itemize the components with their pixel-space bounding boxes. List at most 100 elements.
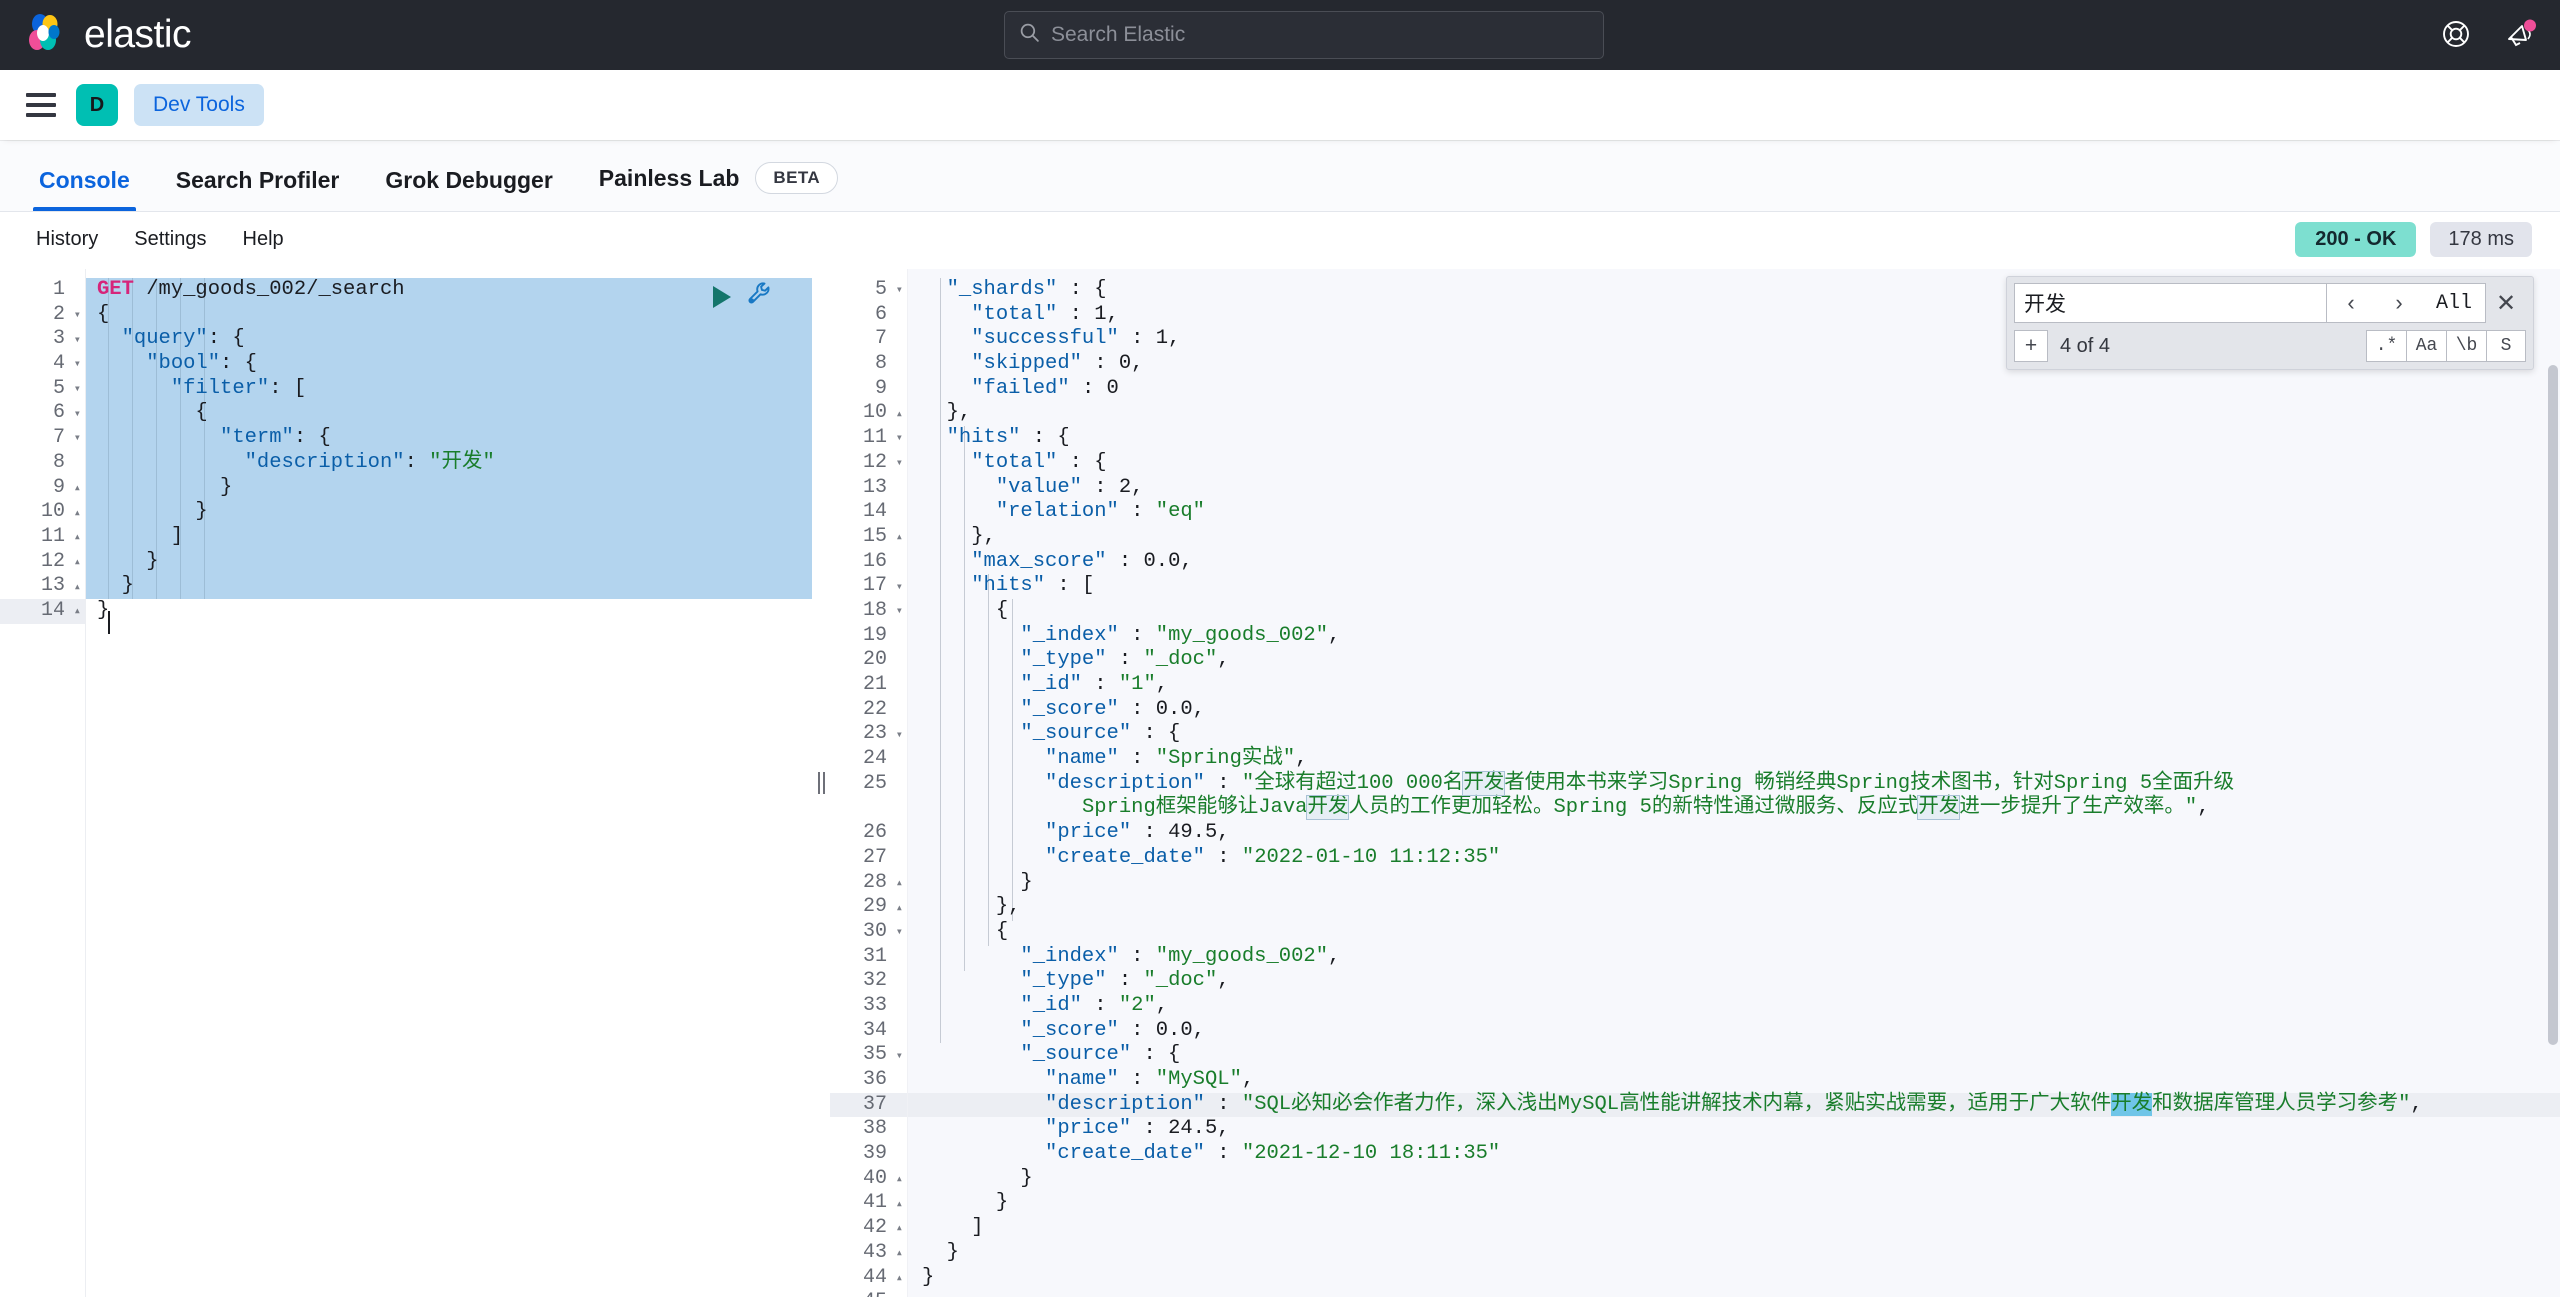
response-code-line[interactable]: "failed" : 0 [908,377,2560,402]
chevron-right-icon[interactable]: › [2375,284,2423,322]
response-scrollbar[interactable] [2548,365,2558,1045]
editor-line-gutter[interactable]: 1 2 ▾ 3 ▾ 4 ▾ 5 ▾ 6 ▾ 7 ▾ 8 9 ▴ 10 ▴ 11 ▴ 12 ▴ 13 ▴ 14 ▴ [0,269,86,1297]
editor-gutter-line[interactable]: 12 ▴ [0,550,85,575]
response-code-line[interactable]: "_score" : 0.0, [908,1019,2560,1044]
response-code-line[interactable]: } [908,1241,2560,1266]
editor-gutter-line[interactable]: 1 [0,278,85,303]
editor-gutter-line[interactable]: 13 ▴ [0,574,85,599]
request-editor-pane[interactable]: 1 2 ▾ 3 ▾ 4 ▾ 5 ▾ 6 ▾ 7 ▾ 8 9 ▴ 10 ▴ 11 ▴ 12 ▴ 13 ▴ 14 ▴ GET /my_… [0,269,812,1297]
tab-console[interactable]: Console [16,167,153,211]
editor-gutter-line[interactable]: 9 ▴ [0,476,85,501]
find-option-selection[interactable]: S [2486,330,2526,362]
response-code-line[interactable]: "_id" : "1", [908,673,2560,698]
editor-code-line[interactable]: } [86,500,812,525]
find-input-wrapper[interactable] [2014,283,2327,323]
response-code-line[interactable]: { [908,920,2560,945]
response-code-line[interactable]: { [908,599,2560,624]
editor-gutter-line[interactable]: 5 ▾ [0,377,85,402]
response-pane[interactable]: 5 ▾ 6 7 8 9 10 ▴ 11 ▾ 12 ▾ 13 14 15 ▴ 16 17 ▾ 18 ▾ 19 20 21 22 23… [830,269,2560,1297]
response-code-line[interactable]: }, [908,895,2560,920]
response-code-line[interactable]: "hits" : [ [908,574,2560,599]
response-code-line[interactable] [908,1290,2560,1297]
megaphone-icon[interactable] [2504,18,2538,52]
response-code-line[interactable]: "relation" : "eq" [908,500,2560,525]
play-triangle-icon[interactable] [713,285,731,308]
find-option-regex[interactable]: .* [2366,330,2406,362]
tab-grok-debugger[interactable]: Grok Debugger [362,167,575,211]
wrench-icon[interactable] [746,280,774,313]
editor-gutter-line[interactable]: 3 ▾ [0,327,85,352]
find-option-case-sensitive[interactable]: Aa [2406,330,2446,362]
editor-code-line[interactable]: } [86,599,812,624]
find-input[interactable] [2024,291,2317,315]
response-code-line[interactable]: "_index" : "my_goods_002", [908,624,2560,649]
editor-code-line[interactable]: } [86,550,812,575]
editor-code-area[interactable]: GET /my_goods_002/_search{ "query": { "b… [86,269,812,1297]
elastic-brand[interactable]: elastic [24,12,192,58]
response-code-line[interactable]: "value" : 2, [908,476,2560,501]
editor-code-line[interactable]: } [86,476,812,501]
response-code-line[interactable]: "description" : "SQL必知必会作者力作，深入浅出MySQL高性… [908,1092,2560,1118]
editor-gutter-line[interactable]: 11 ▴ [0,525,85,550]
console-menu-help[interactable]: Help [225,228,302,251]
console-menu-history[interactable]: History [18,228,116,251]
response-code-line[interactable]: } [908,1266,2560,1291]
console-menu-settings[interactable]: Settings [116,228,224,251]
editor-gutter-line[interactable]: 7 ▾ [0,426,85,451]
find-expand-button[interactable]: + [2014,330,2048,362]
find-widget[interactable]: ‹ › All ✕ + 4 of 4 .* Aa \b S [2006,276,2534,370]
editor-code-line[interactable]: "term": { [86,426,812,451]
hamburger-menu-icon[interactable] [22,86,60,124]
editor-code-line[interactable]: "query": { [86,327,812,352]
response-code-line[interactable]: "description" : "全球有超过100 000名开发者使用本书来学习… [908,770,2560,797]
close-icon[interactable]: ✕ [2486,283,2526,323]
response-code-line[interactable]: "_source" : { [908,1043,2560,1068]
response-code-line[interactable]: "_id" : "2", [908,994,2560,1019]
response-code-area[interactable]: "_shards" : { "total" : 1, "successful" … [908,269,2560,1297]
response-code-line[interactable]: "total" : { [908,451,2560,476]
response-code-line[interactable]: } [908,871,2560,896]
editor-gutter-line[interactable]: 10 ▴ [0,500,85,525]
response-code-line[interactable]: }, [908,401,2560,426]
response-code-line[interactable]: "_score" : 0.0, [908,698,2560,723]
editor-code-line[interactable]: "description": "开发" [86,451,812,476]
editor-gutter-line[interactable]: 4 ▾ [0,352,85,377]
editor-gutter-line[interactable]: 14 ▴ [0,598,85,624]
search-input[interactable] [1051,23,1589,47]
breadcrumb-dev-tools[interactable]: Dev Tools [134,84,264,126]
response-code-line[interactable]: "create_date" : "2022-01-10 11:12:35" [908,846,2560,871]
response-code-line[interactable]: "_type" : "_doc", [908,648,2560,673]
chevron-left-icon[interactable]: ‹ [2327,284,2375,322]
editor-code-line[interactable]: GET /my_goods_002/_search [86,278,812,303]
pane-splitter[interactable] [812,269,830,1297]
response-code-line[interactable]: "create_date" : "2021-12-10 18:11:35" [908,1142,2560,1167]
find-option-whole-word[interactable]: \b [2446,330,2486,362]
editor-gutter-line[interactable]: 8 [0,451,85,476]
lifebuoy-icon[interactable] [2440,18,2474,52]
response-code-line[interactable]: "name" : "Spring实战", [908,747,2560,772]
editor-code-line[interactable]: ] [86,525,812,550]
space-avatar[interactable]: D [76,84,118,126]
editor-code-line[interactable]: { [86,401,812,426]
find-all-button[interactable]: All [2423,284,2485,322]
response-code-line[interactable]: "price" : 24.5, [908,1117,2560,1142]
response-code-line[interactable]: "price" : 49.5, [908,821,2560,846]
response-code-line[interactable]: "hits" : { [908,426,2560,451]
response-code-line[interactable]: "_index" : "my_goods_002", [908,945,2560,970]
response-code-line[interactable]: Spring框架能够让Java开发人员的工作更加轻松。Spring 5的新特性通… [908,795,2560,821]
editor-code-line[interactable]: { [86,303,812,328]
editor-gutter-line[interactable]: 2 ▾ [0,303,85,328]
editor-code-line[interactable]: "filter": [ [86,377,812,402]
response-code-line[interactable]: }, [908,525,2560,550]
response-code-line[interactable]: } [908,1167,2560,1192]
tab-painless-lab[interactable]: Painless Lab BETA [576,162,861,211]
editor-gutter-line[interactable]: 6 ▾ [0,401,85,426]
response-code-line[interactable]: } [908,1191,2560,1216]
response-code-line[interactable]: ] [908,1216,2560,1241]
editor-code-line[interactable]: "bool": { [86,352,812,377]
tab-search-profiler[interactable]: Search Profiler [153,167,363,211]
response-code-line[interactable]: "_type" : "_doc", [908,969,2560,994]
response-code-line[interactable]: "name" : "MySQL", [908,1068,2560,1093]
editor-code-line[interactable]: } [86,574,812,599]
response-code-line[interactable]: "max_score" : 0.0, [908,550,2560,575]
